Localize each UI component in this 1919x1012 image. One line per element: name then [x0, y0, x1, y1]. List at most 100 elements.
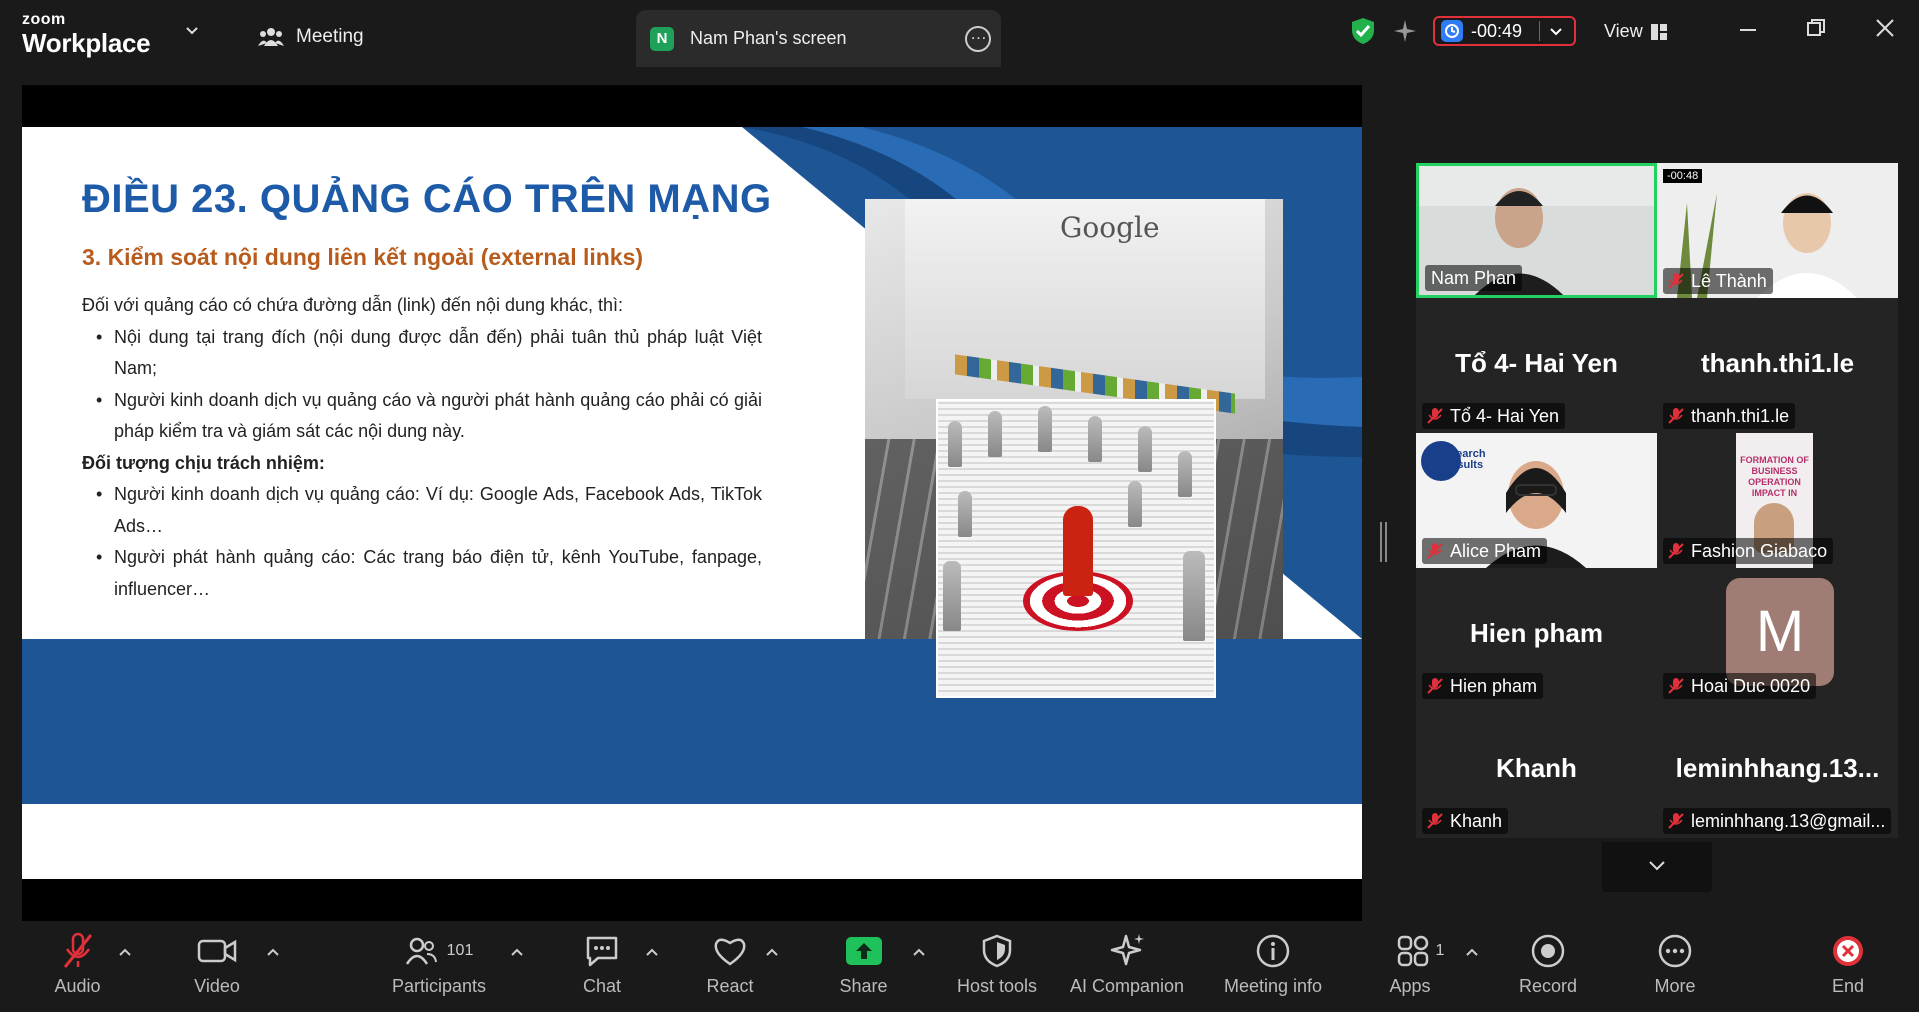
share-screen-icon [845, 937, 882, 965]
share-button[interactable]: Share [836, 928, 891, 1008]
red-figure [1063, 506, 1093, 596]
chevron-up-icon[interactable] [765, 946, 779, 958]
participant-display-name: leminhhang.13... [1675, 753, 1880, 783]
participants-button[interactable]: 101 Participants [384, 928, 494, 1008]
participant-name: Fashion Giabaco [1691, 540, 1828, 561]
view-button[interactable]: View [1604, 21, 1667, 42]
shared-screen[interactable]: ĐIỀU 23. QUẢNG CÁO TRÊN MẠNG 3. Kiểm soá… [22, 85, 1362, 921]
video-camera-icon [197, 939, 237, 963]
restore-icon[interactable] [1806, 18, 1826, 38]
more-options-icon[interactable] [965, 24, 991, 52]
close-icon[interactable] [1875, 18, 1895, 38]
participant-name-label: Khanh [1422, 808, 1509, 834]
mic-muted-icon [1427, 813, 1443, 829]
zoom-logo: zoom Workplace [22, 11, 151, 58]
timer-divider [1539, 21, 1540, 41]
shield-check-icon[interactable] [1350, 17, 1376, 45]
participant-name-label: Alice Pham [1422, 538, 1548, 564]
meeting-info-label: Meeting info [1223, 976, 1323, 996]
record-label: Record [1518, 976, 1578, 996]
more-button[interactable]: More [1650, 928, 1700, 1008]
timer-badge: -00:48 [1663, 169, 1703, 183]
react-button[interactable]: React [702, 928, 758, 1008]
title-bar: zoom Workplace Meeting N Nam Phan's scre… [0, 0, 1919, 67]
participant-tile[interactable]: leminhhang.13... leminhhang.13@gmail... [1657, 703, 1898, 838]
mic-muted-icon [1668, 813, 1684, 829]
participant-gallery: Nam Phan -00:48 Lê Thành Tổ 4- Hai Yen T… [1416, 163, 1898, 843]
mic-muted-icon [1427, 678, 1443, 694]
heart-icon [714, 938, 746, 966]
tab-meeting[interactable]: Meeting [258, 22, 364, 52]
participant-tile[interactable]: Hien pham Hien pham [1416, 568, 1657, 703]
participant-tile[interactable]: thanh.thi1.le thanh.thi1.le [1657, 298, 1898, 433]
slide-body: Đối với quảng cáo có chứa đường dẫn (lin… [82, 290, 762, 605]
participants-count: 101 [446, 942, 474, 959]
participant-tile[interactable]: -00:48 Lê Thành [1657, 163, 1898, 298]
chevron-down-icon[interactable] [185, 24, 199, 38]
participant-display-name: Tổ 4- Hai Yen [1455, 348, 1618, 378]
chevron-down-icon[interactable] [1549, 26, 1563, 38]
mic-muted-icon [1668, 273, 1684, 289]
meeting-timer[interactable]: -00:49 [1433, 16, 1576, 46]
minimize-icon[interactable] [1738, 18, 1758, 38]
people-icon [258, 28, 284, 46]
resize-handle[interactable] [1380, 522, 1387, 562]
slide-bullet: Nội dung tại trang đích (nội dung được d… [82, 322, 762, 385]
tab-shared-screen[interactable]: N Nam Phan's screen [636, 10, 1001, 67]
presentation-slide: ĐIỀU 23. QUẢNG CÁO TRÊN MẠNG 3. Kiểm soá… [22, 127, 1362, 879]
google-logo-text: Google [1060, 211, 1160, 244]
participant-name: Alice Pham [1450, 540, 1542, 561]
apps-icon [1397, 935, 1428, 967]
chat-button[interactable]: Chat [578, 928, 626, 1008]
participant-name: leminhhang.13@gmail... [1691, 810, 1886, 831]
slide-bullet: Người kinh doanh dịch vụ quảng cáo và ng… [82, 385, 762, 448]
sparkle-icon[interactable] [1393, 19, 1417, 43]
audio-button[interactable]: Audio [40, 928, 115, 1008]
video-button[interactable]: Video [186, 928, 248, 1008]
participants-icon [405, 937, 437, 965]
clock-icon [1441, 20, 1463, 42]
avatar: M [1726, 578, 1834, 686]
participant-name: Tổ 4- Hai Yen [1450, 405, 1560, 426]
mic-muted-icon [63, 932, 92, 968]
slide-bullet: Người phát hành quảng cáo: Các trang báo… [82, 542, 762, 605]
slide-intro: Đối với quảng cáo có chứa đường dẫn (lin… [82, 295, 624, 315]
ai-sparkle-icon [1110, 934, 1144, 966]
mic-muted-icon [1668, 543, 1684, 559]
more-label: More [1654, 976, 1696, 996]
mic-muted-icon [1427, 543, 1443, 559]
participant-name-label: Nam Phan [1425, 265, 1523, 291]
meeting-info-button[interactable]: Meeting info [1216, 928, 1330, 1008]
participant-tile[interactable]: Research Consults Alice Pham [1416, 433, 1657, 568]
participant-tile[interactable]: M Hoai Duc 0020 [1657, 568, 1898, 703]
participant-tile[interactable]: FORMATION OF BUSINESS OPERATION IMPACT I… [1657, 433, 1898, 568]
apps-button[interactable]: 1 Apps [1389, 928, 1450, 1008]
view-label: View [1604, 21, 1643, 41]
record-button[interactable]: Record [1516, 928, 1580, 1008]
end-label: End [1831, 976, 1865, 996]
participant-tile[interactable]: Tổ 4- Hai Yen Tổ 4- Hai Yen [1416, 298, 1657, 433]
chevron-up-icon[interactable] [118, 946, 132, 958]
chevron-up-icon[interactable] [645, 946, 659, 958]
participant-tile[interactable]: Nam Phan [1416, 163, 1657, 298]
more-icon [1658, 934, 1692, 968]
chat-label: Chat [582, 976, 622, 996]
chevron-up-icon[interactable] [912, 946, 926, 958]
participants-label: Participants [391, 976, 487, 996]
participant-tile[interactable]: Khanh Khanh [1416, 703, 1657, 838]
end-call-icon [1833, 936, 1863, 966]
chevron-up-icon[interactable] [266, 946, 280, 958]
brand-small: zoom [22, 11, 66, 28]
participant-display-name: thanh.thi1.le [1700, 348, 1855, 378]
host-tools-button[interactable]: Host tools [952, 928, 1042, 1008]
mic-muted-icon [1427, 408, 1443, 424]
ai-companion-button[interactable]: AI Companion [1066, 928, 1188, 1008]
chevron-up-icon[interactable] [510, 946, 524, 958]
participant-name: Khanh [1450, 810, 1503, 831]
slide-heading: Đối tượng chịu trách nhiệm: [82, 452, 325, 473]
chevron-up-icon[interactable] [1465, 946, 1479, 958]
brand-big: Workplace [22, 28, 151, 58]
end-button[interactable]: End [1826, 928, 1870, 1008]
gallery-next-page[interactable] [1602, 842, 1712, 892]
chat-icon [586, 936, 618, 967]
